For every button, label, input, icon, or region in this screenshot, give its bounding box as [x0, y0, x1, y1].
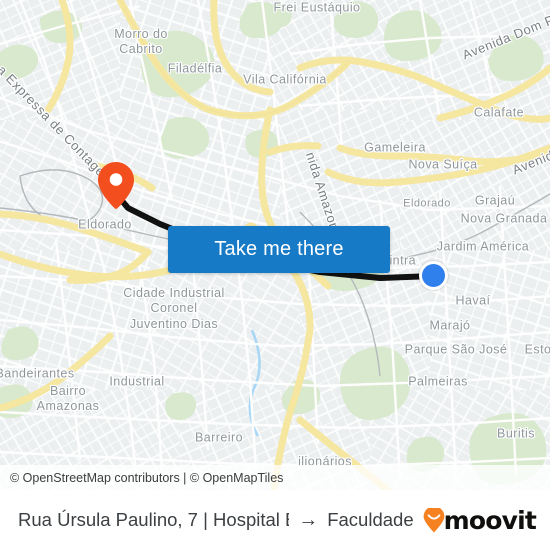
route-destination-label: Faculdade ...	[327, 509, 416, 530]
take-me-there-button[interactable]: Take me there	[168, 226, 390, 273]
moovit-logo[interactable]: moovit	[423, 505, 537, 535]
route-summary: Rua Úrsula Paulino, 7 | Hospital Espír..…	[18, 509, 417, 531]
map-canvas[interactable]: Morro do Cabrito Frei Eustáquio Filadélfia V…	[0, 0, 550, 490]
arrow-right-icon: →	[298, 509, 319, 531]
moovit-map-screen: Morro do Cabrito Frei Eustáquio Filadélfia V…	[0, 0, 550, 550]
route-origin-label: Rua Úrsula Paulino, 7 | Hospital Espír..…	[18, 509, 289, 530]
attribution-text: © OpenStreetMap contributors | © OpenMap…	[10, 470, 284, 485]
destination-marker-dot[interactable]	[419, 261, 448, 290]
route-footer-bar: Rua Úrsula Paulino, 7 | Hospital Espír..…	[0, 490, 550, 550]
moovit-pin-icon	[423, 507, 445, 533]
origin-marker-pin[interactable]	[98, 162, 134, 209]
map-attribution: © OpenStreetMap contributors | © OpenMap…	[0, 465, 550, 490]
moovit-wordmark: moovit	[443, 505, 537, 535]
